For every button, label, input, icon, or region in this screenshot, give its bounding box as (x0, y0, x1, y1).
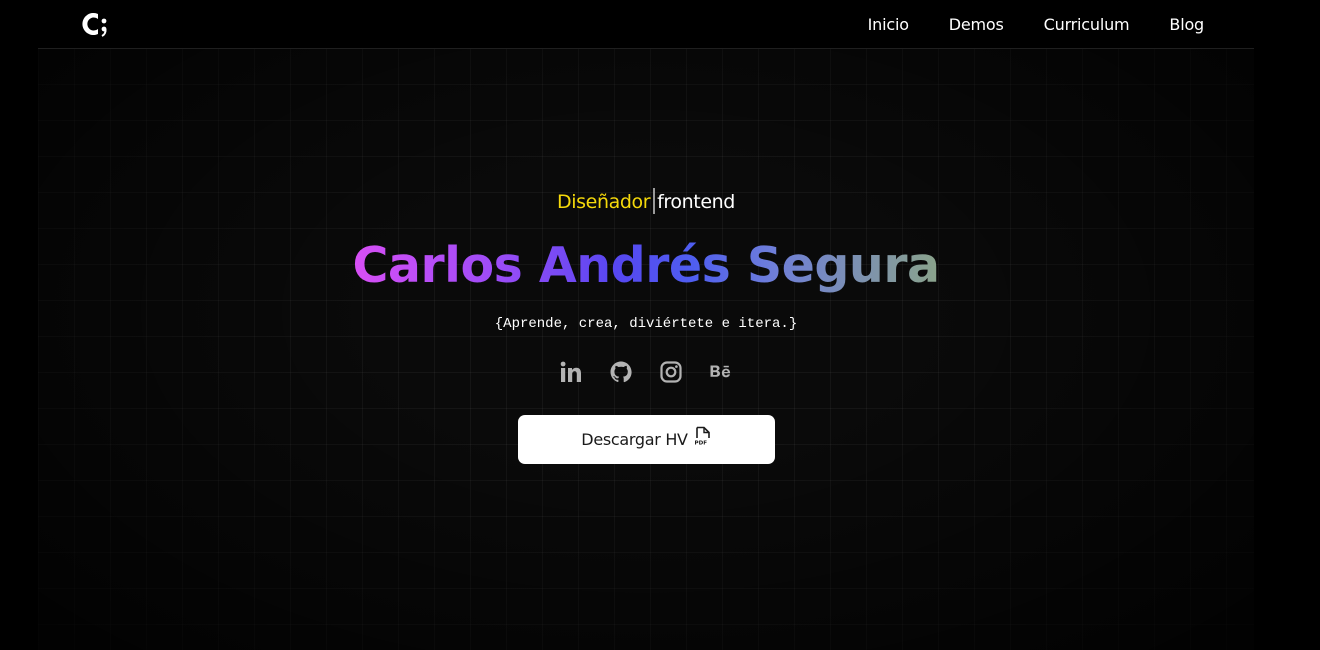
download-cv-label: Descargar HV (581, 430, 688, 449)
hero-name-text: Carlos Andrés Segura (352, 237, 940, 294)
instagram-link[interactable] (659, 360, 683, 384)
typing-cursor (653, 188, 656, 214)
role-line: Diseñador frontend (38, 188, 1254, 214)
linkedin-icon (560, 361, 581, 382)
social-links (38, 360, 1254, 384)
github-link[interactable] (609, 360, 633, 384)
hero-section: Diseñador frontend Carlos Andrés Segura {… (38, 0, 1254, 650)
behance-link[interactable] (709, 360, 733, 384)
role-highlight: Diseñador (557, 191, 651, 213)
instagram-icon (660, 361, 682, 383)
hero-tagline: {Aprende, crea, diviértete e itera.} (494, 316, 798, 332)
pdf-file-icon: PDF (694, 426, 710, 446)
github-icon (610, 361, 632, 383)
behance-icon (710, 365, 731, 378)
svg-text:PDF: PDF (694, 440, 707, 446)
role-rest: frontend (657, 191, 735, 213)
linkedin-link[interactable] (559, 360, 583, 384)
download-cv-button[interactable]: Descargar HV PDF (518, 415, 775, 464)
hero-name: Carlos Andrés Segura (38, 236, 1254, 296)
